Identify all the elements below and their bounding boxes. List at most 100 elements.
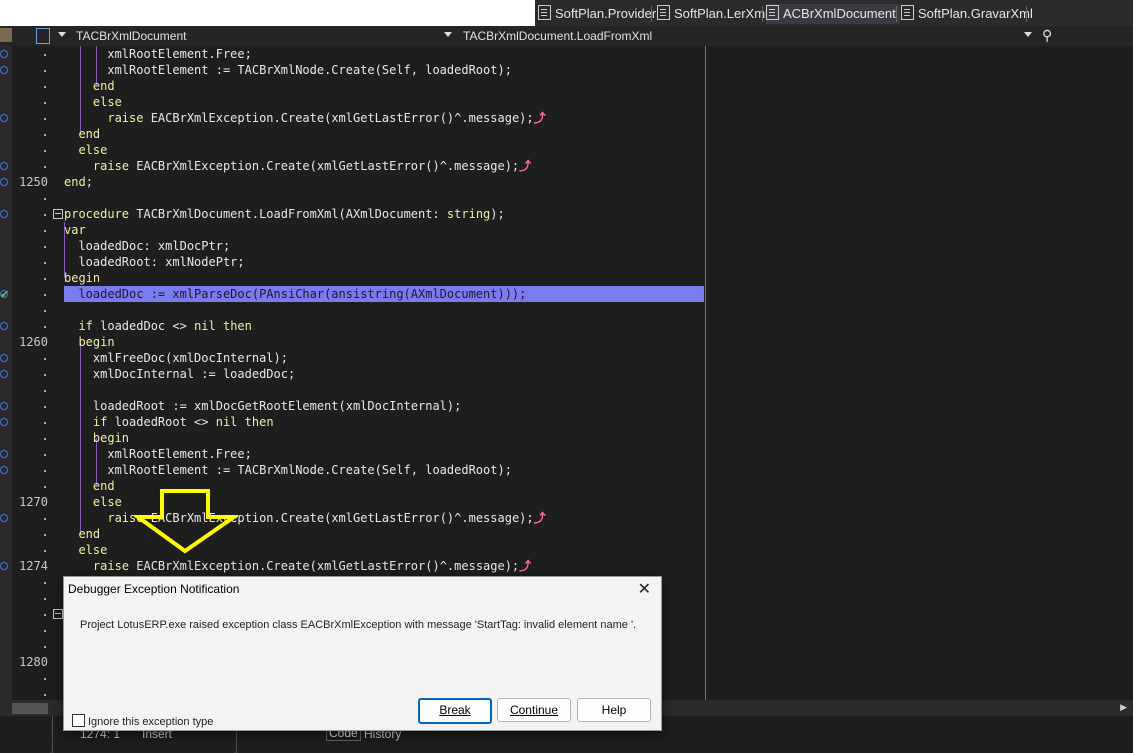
code-line[interactable]: loadedDoc: xmlDocPtr;	[64, 238, 230, 254]
fold-toggle-icon[interactable]	[53, 609, 63, 619]
code-line[interactable]: xmlRootElement.Free;	[64, 46, 252, 62]
chevron-down-icon[interactable]	[58, 32, 66, 37]
breakpoint-slot-icon[interactable]	[0, 514, 8, 522]
code-line[interactable]: loadedRoot := xmlDocGetRootElement(xmlDo…	[64, 398, 461, 414]
code-line[interactable]: begin	[64, 334, 114, 350]
raise-marker-icon: ⤴	[519, 159, 532, 173]
code-line[interactable]: xmlRootElement := TACBrXmlNode.Create(Se…	[64, 462, 512, 478]
gutter-dot	[44, 614, 46, 616]
help-button[interactable]: Help	[577, 698, 651, 722]
breakpoint-slot-icon[interactable]	[0, 322, 8, 330]
code-line[interactable]: raise EACBrXmlException.Create(xmlGetLas…	[64, 558, 531, 574]
gutter-dot	[44, 518, 46, 520]
tab-softplan-provider[interactable]: SoftPlan.Provider	[538, 4, 656, 24]
tab-softplan-gravarxml[interactable]: SoftPlan.GravarXml	[901, 4, 1033, 24]
tab-separator	[651, 6, 652, 22]
gutter-dot	[44, 262, 46, 264]
gutter-dot	[44, 118, 46, 120]
chevron-down-icon[interactable]	[444, 32, 452, 37]
code-line[interactable]: begin	[64, 430, 129, 446]
gutter-dot	[44, 166, 46, 168]
close-icon[interactable]: ✕	[638, 579, 651, 599]
code-line[interactable]: xmlDocInternal := loadedDoc;	[64, 366, 295, 382]
code-line[interactable]: if loadedRoot <> nil then	[64, 414, 274, 430]
tab-softplan-lerxml[interactable]: SoftPlan.LerXml	[657, 4, 768, 24]
chevron-down-icon[interactable]	[1024, 32, 1032, 37]
gutter-dot	[44, 54, 46, 56]
code-line[interactable]: end	[64, 126, 100, 142]
tab-separator	[896, 6, 897, 22]
code-line[interactable]: procedure TACBrXmlDocument.LoadFromXml(A…	[64, 206, 505, 222]
raise-marker-icon: ⤴	[533, 111, 546, 125]
breakpoint-slot-icon[interactable]	[0, 354, 8, 362]
gutter-dot	[44, 246, 46, 248]
file-icon	[657, 5, 670, 20]
breakpoint-slot-icon[interactable]	[0, 418, 8, 426]
gutter-dot	[44, 278, 46, 280]
gutter-dot	[44, 390, 46, 392]
gutter-dot	[44, 598, 46, 600]
code-line[interactable]: xmlFreeDoc(xmlDocInternal);	[64, 350, 288, 366]
code-line[interactable]: var	[64, 222, 86, 238]
debugger-exception-dialog: Debugger Exception Notification ✕ Projec…	[63, 576, 662, 731]
status-divider	[52, 716, 53, 753]
code-line[interactable]: end	[64, 526, 100, 542]
code-line[interactable]: loadedRoot: xmlNodePtr;	[64, 254, 244, 270]
code-line[interactable]: raise EACBrXmlException.Create(xmlGetLas…	[64, 110, 546, 126]
gutter-dot	[44, 694, 46, 696]
gutter-dot	[44, 486, 46, 488]
ignore-exception-checkbox[interactable]: Ignore this exception type	[72, 714, 213, 728]
search-icon[interactable]: ⚲	[1042, 27, 1052, 44]
structure-icon[interactable]	[36, 28, 50, 44]
code-line[interactable]: end	[64, 478, 115, 494]
method-combo[interactable]: TACBrXmlDocument.LoadFromXml	[463, 28, 652, 44]
checkbox-box[interactable]	[72, 714, 85, 727]
code-line[interactable]: else	[64, 142, 107, 158]
gutter-dot	[44, 646, 46, 648]
code-line[interactable]: xmlRootElement := TACBrXmlNode.Create(Se…	[64, 62, 512, 78]
breakpoint-slot-icon[interactable]	[0, 562, 8, 570]
breakpoint-slot-icon[interactable]	[0, 178, 8, 186]
gutter-dot	[44, 422, 46, 424]
code-line[interactable]: else	[64, 542, 107, 558]
class-combo[interactable]: TACBrXmlDocument	[76, 28, 186, 44]
unit-icon[interactable]	[0, 28, 12, 42]
breakpoint-slot-icon[interactable]	[0, 162, 8, 170]
break-button[interactable]: Break	[418, 698, 492, 724]
code-line[interactable]: xmlRootElement.Free;	[64, 446, 252, 462]
continue-button[interactable]: Continue	[497, 698, 571, 722]
gutter-dot	[44, 374, 46, 376]
code-line[interactable]: end;	[64, 174, 93, 190]
gutter-dot	[44, 230, 46, 232]
code-line[interactable]: else	[64, 494, 122, 510]
code-line[interactable]: loadedDoc := xmlParseDoc(PAnsiChar(ansis…	[64, 286, 526, 302]
breakpoint-slot-icon[interactable]	[0, 402, 8, 410]
gutter-dot	[44, 454, 46, 456]
gutter-dot	[44, 102, 46, 104]
exception-message: Project LotusERP.exe raised exception cl…	[80, 619, 637, 631]
breakpoint-slot-icon[interactable]	[0, 466, 8, 474]
right-margin-line	[705, 46, 706, 700]
execution-point-icon: ✔	[0, 289, 10, 301]
breakpoint-slot-icon[interactable]	[0, 66, 8, 74]
tab-separator	[762, 6, 763, 22]
gutter-dot	[44, 294, 46, 296]
breakpoint-slot-icon[interactable]	[0, 370, 8, 378]
scrollbar-thumb[interactable]	[12, 703, 48, 714]
code-line[interactable]: raise EACBrXmlException.Create(xmlGetLas…	[64, 158, 531, 174]
scroll-right-icon[interactable]: ▶	[1120, 702, 1127, 713]
code-line[interactable]: else	[64, 94, 122, 110]
gutter-dot	[44, 134, 46, 136]
breakpoint-slot-icon[interactable]	[0, 114, 8, 122]
file-icon	[538, 5, 551, 20]
code-line[interactable]: begin	[64, 270, 100, 286]
code-line[interactable]: end	[64, 78, 115, 94]
breakpoint-slot-icon[interactable]	[0, 450, 8, 458]
fold-toggle-icon[interactable]	[53, 209, 63, 219]
breakpoint-slot-icon[interactable]	[0, 50, 8, 58]
tab-acbrxmldocument[interactable]: ACBrXmlDocument	[766, 4, 900, 24]
file-icon	[766, 5, 779, 20]
breakpoint-slot-icon[interactable]	[0, 210, 8, 218]
code-line[interactable]: if loadedDoc <> nil then	[64, 318, 251, 334]
raise-marker-icon: ⤴	[533, 511, 546, 525]
